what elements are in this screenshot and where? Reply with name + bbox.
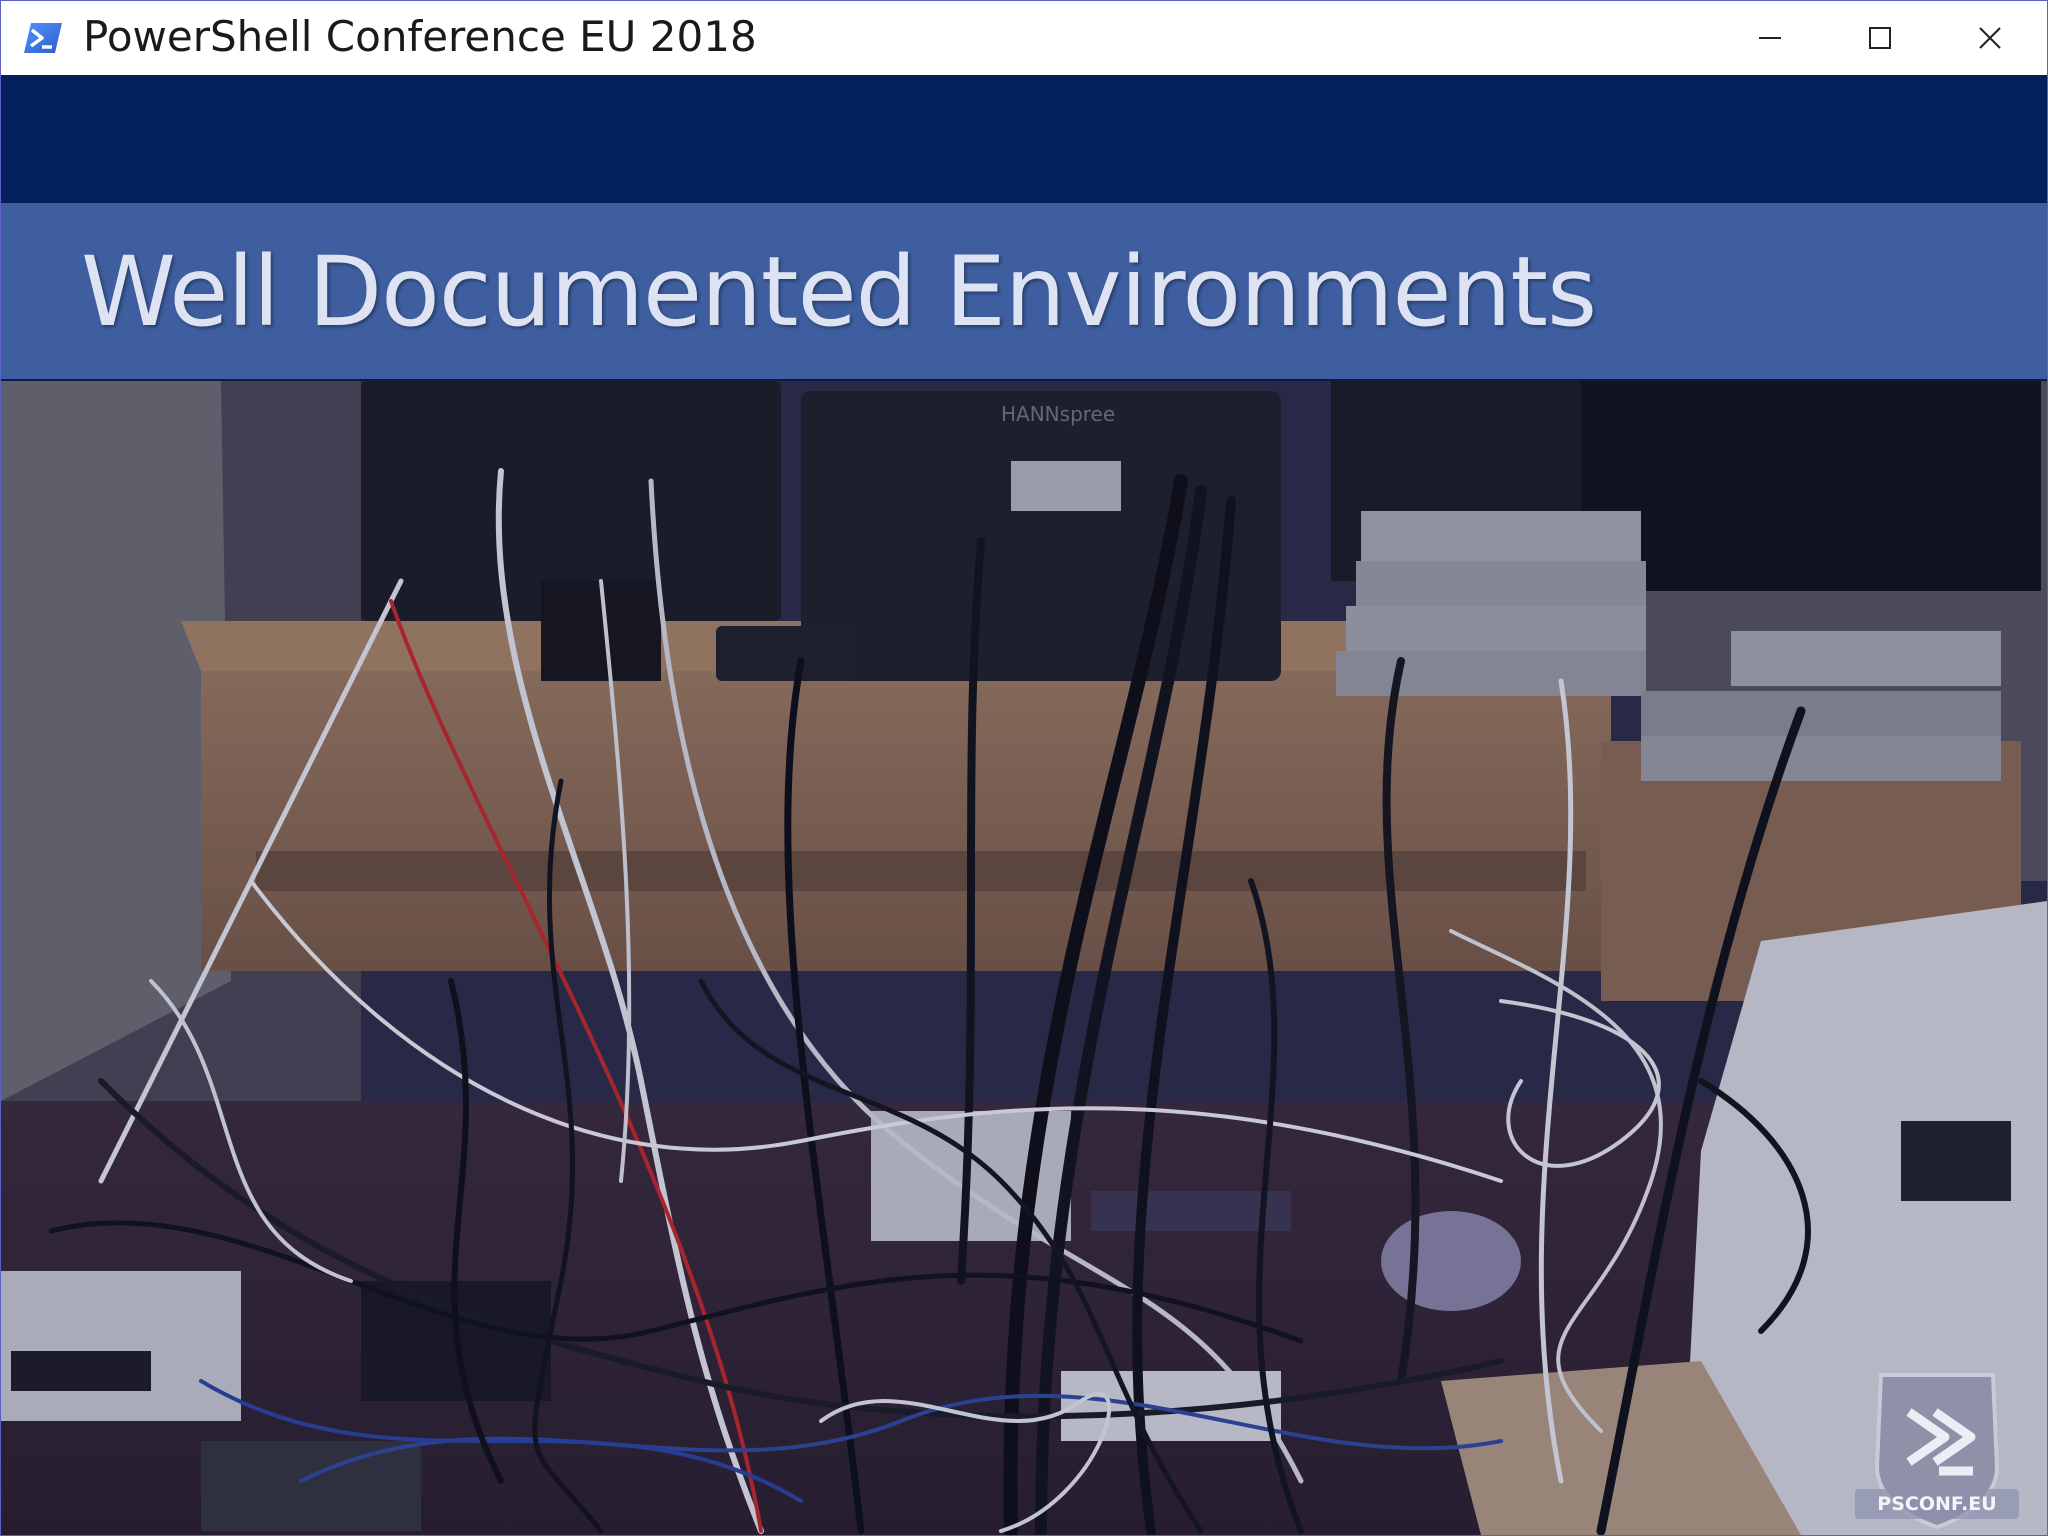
psconf-shield-icon: PSCONF.EU xyxy=(1847,1357,2027,1533)
logo-text: PSCONF.EU xyxy=(1877,1493,1997,1515)
presentation-slide: Well Documented Environments HANNspree P… xyxy=(1,75,2047,1535)
powershell-icon xyxy=(23,21,63,55)
title-bar[interactable]: PowerShell Conference EU 2018 xyxy=(1,1,2047,75)
window-title: PowerShell Conference EU 2018 xyxy=(83,12,757,61)
minimize-icon xyxy=(1758,26,1782,50)
slide-header-band xyxy=(1,75,2047,203)
minimize-button[interactable] xyxy=(1715,1,1825,75)
tangle-of-cables-photo: HANNspree xyxy=(1,381,2047,1535)
close-icon xyxy=(1978,26,2002,50)
maximize-icon xyxy=(1868,26,1892,50)
maximize-button[interactable] xyxy=(1825,1,1935,75)
app-window: PowerShell Conference EU 2018 Well Docum… xyxy=(0,0,2048,1536)
close-button[interactable] xyxy=(1935,1,2045,75)
slide-title: Well Documented Environments xyxy=(81,236,1597,348)
